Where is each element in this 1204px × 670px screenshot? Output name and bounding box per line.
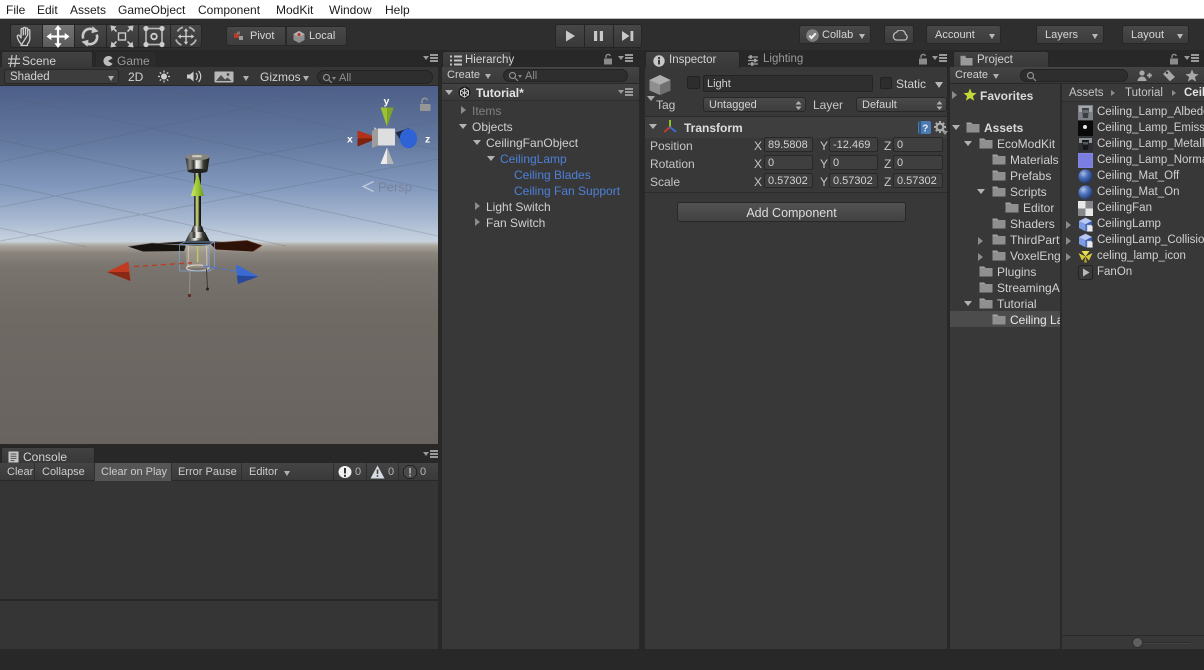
svg-text:y: y xyxy=(384,96,390,108)
svg-text:x: x xyxy=(347,134,353,146)
svg-text:Persp: Persp xyxy=(378,180,412,195)
svg-text:?: ? xyxy=(922,124,928,135)
svg-text:z: z xyxy=(425,134,430,146)
